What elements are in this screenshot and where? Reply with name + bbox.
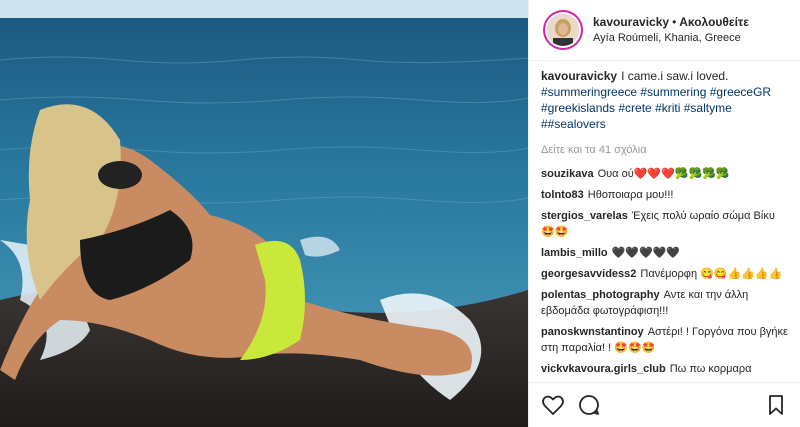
following-button[interactable]: Ακολουθείτε [679, 15, 749, 29]
post-sidebar: kavouravicky • Ακολουθείτε Ayía Roúmeli, K… [528, 0, 800, 427]
caption-username[interactable]: kavouravicky [541, 69, 617, 83]
view-more-comments[interactable]: Δείτε και τα 41 σχόλια [541, 142, 790, 158]
comment-item: panoskwnstantinoy Αστέρι! ! Γοργόνα που β… [541, 324, 790, 356]
comment-item: georgesavvidess2 Πανέμορφη 😋😋👍👍👍👍 [541, 266, 790, 282]
comment-item: stergios_varelas Έχεις πολύ ωραίο σώμα Βί… [541, 208, 790, 240]
comments-list: kavouravicky I came.i saw.i loved. #summe… [541, 68, 790, 379]
comment-username[interactable]: lambis_millo [541, 247, 608, 259]
comment-item: tolnto83 Ηθοποιαρα μου!!! [541, 187, 790, 203]
avatar-image [547, 14, 579, 46]
comment-icon[interactable] [577, 393, 601, 417]
post-header: kavouravicky • Ακολουθείτε Ayía Roúmeli, K… [529, 0, 800, 61]
post-actions [529, 382, 800, 427]
comment-username[interactable]: polentas_photography [541, 289, 660, 301]
comment-username[interactable]: stergios_varelas [541, 210, 628, 222]
comment-text: Ουα ού❤️❤️❤️🥦🥦🥦🥦 [597, 168, 730, 180]
comment-item: polentas_photography Αντε και την άλλη εβ… [541, 287, 790, 319]
comment-text: Πανέμορφη 😋😋👍👍👍👍 [640, 268, 783, 280]
post-caption: kavouravicky I came.i saw.i loved. #summe… [541, 68, 790, 132]
author-username[interactable]: kavouravicky [593, 15, 669, 29]
instagram-post: kavouravicky • Ακολουθείτε Ayía Roúmeli, K… [0, 0, 800, 427]
comment-username[interactable]: souzikava [541, 168, 594, 180]
comment-text: Πω πω κορμαρα [669, 363, 752, 375]
comment-username[interactable]: panoskwnstantinoy [541, 326, 644, 338]
comment-username[interactable]: tolnto83 [541, 189, 584, 201]
comment-item: vickvkavoura.girls_club Πω πω κορμαρα [541, 361, 790, 377]
caption-hashtags[interactable]: #summeringreece #summering #greeceGR #gr… [541, 85, 771, 131]
comment-username[interactable]: georgesavvidess2 [541, 268, 636, 280]
bookmark-icon[interactable] [764, 393, 788, 417]
comment-username[interactable]: vickvkavoura.girls_club [541, 363, 666, 375]
avatar[interactable] [547, 14, 579, 46]
comment-text: 🖤🖤🖤🖤🖤 [611, 247, 681, 259]
post-photo[interactable] [0, 0, 528, 427]
location-link[interactable]: Ayía Roúmeli, Khania, Greece [593, 30, 749, 46]
comment-item: souzikava Ουα ού❤️❤️❤️🥦🥦🥦🥦 [541, 166, 790, 182]
separator-dot: • [672, 15, 677, 29]
comment-item: lambis_millo 🖤🖤🖤🖤🖤 [541, 245, 790, 261]
heart-icon[interactable] [541, 393, 565, 417]
comment-text: Ηθοποιαρα μου!!! [587, 189, 674, 201]
beach-photo [0, 0, 528, 427]
caption-text: I came.i saw.i loved. [621, 69, 729, 83]
